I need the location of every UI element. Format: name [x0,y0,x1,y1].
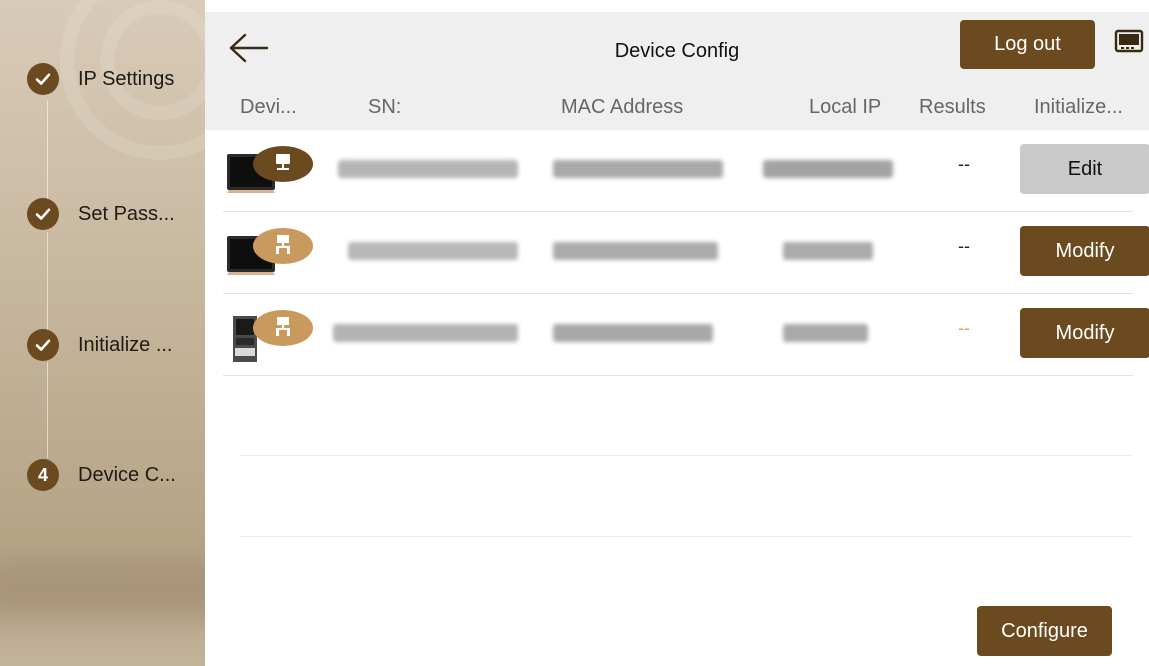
indoor-monitor-icon [225,220,315,280]
network-tree-icon [253,310,313,346]
column-header: Initialize... [1034,96,1123,118]
empty-row [240,375,1133,456]
modify-button[interactable]: Modify [1020,308,1149,358]
logout-button[interactable]: Log out [960,20,1095,69]
main-panel: Device Config Log out Devi... SN: MAC Ad… [205,0,1149,666]
header-bar: Device Config Log out Devi... SN: MAC Ad… [205,12,1149,130]
table-header: Devi... SN: MAC Address Local IP Results… [205,96,1149,130]
result-status: -- [958,318,970,338]
step-connector [47,100,48,200]
step-label: Set Pass... [78,202,175,225]
sn-value-redacted [348,242,518,260]
sn-value-redacted [333,324,518,342]
column-header: Devi... [240,96,297,118]
result-status: -- [958,154,970,174]
column-header: Local IP [809,96,882,118]
decor-shadow [0,560,205,620]
network-single-icon [253,146,313,182]
column-header: Results [919,96,986,118]
step-ip-settings: IP Settings [27,63,174,95]
step-connector [47,362,48,458]
step-device-config: 4 Device C... [27,459,176,491]
step-sidebar: IP Settings Set Pass... Initialize ... 4… [0,0,205,666]
table-row[interactable]: -- Edit [223,130,1149,212]
table-row[interactable]: -- Modify [223,212,1149,294]
mac-value-redacted [553,242,718,260]
step-number-badge: 4 [27,459,59,491]
step-initialize: Initialize ... [27,329,172,361]
network-tree-icon [253,228,313,264]
edit-button[interactable]: Edit [1020,144,1149,194]
sn-value-redacted [338,160,518,178]
column-header: MAC Address [561,96,684,118]
step-label: Device C... [78,463,176,486]
ip-value-redacted [783,242,873,260]
mac-value-redacted [553,160,723,178]
check-icon [27,329,59,361]
empty-row [240,456,1133,537]
configure-button[interactable]: Configure [977,606,1112,656]
step-label: Initialize ... [78,333,173,356]
modify-button[interactable]: Modify [1020,226,1149,276]
monitor-icon[interactable] [1113,27,1145,59]
indoor-monitor-icon [225,138,315,198]
step-set-password: Set Pass... [27,198,175,230]
step-label: IP Settings [78,67,175,90]
column-header: SN: [368,96,402,118]
ip-value-redacted [783,324,868,342]
mac-value-redacted [553,324,713,342]
result-status: -- [958,236,970,256]
check-icon [27,198,59,230]
step-connector [47,232,48,330]
table-row[interactable]: -- Modify [223,294,1149,376]
ip-value-redacted [763,160,893,178]
door-station-icon [225,302,315,368]
check-icon [27,63,59,95]
